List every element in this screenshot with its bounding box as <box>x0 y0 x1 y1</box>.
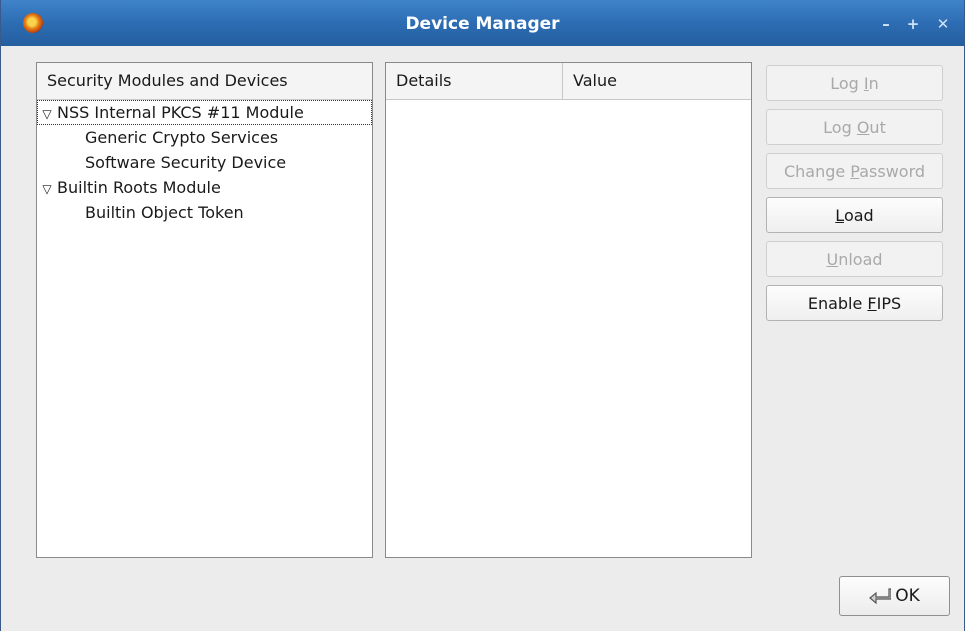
tree-item-software-security-device[interactable]: Software Security Device <box>37 150 372 175</box>
tree-item-label: Builtin Roots Module <box>57 178 221 197</box>
tree-column-header[interactable]: Security Modules and Devices <box>37 63 372 100</box>
tree-item-builtin-roots[interactable]: ▽ Builtin Roots Module <box>37 175 372 200</box>
column-header-details[interactable]: Details <box>386 63 563 99</box>
tree-item-label: NSS Internal PKCS #11 Module <box>57 103 304 122</box>
expand-triangle-icon[interactable]: ▽ <box>37 102 57 127</box>
ok-button[interactable]: OK <box>839 576 950 616</box>
device-manager-window: Device Manager – + ✕ Security Modules an… <box>0 0 965 631</box>
expand-triangle-icon[interactable]: ▽ <box>37 177 57 202</box>
tree-item-nss-internal[interactable]: ▽ NSS Internal PKCS #11 Module <box>37 100 372 125</box>
return-arrow-icon <box>869 588 892 605</box>
tree-item-label: Software Security Device <box>85 153 287 172</box>
ok-label: OK <box>895 586 920 606</box>
tree-item-label: Builtin Object Token <box>85 203 244 222</box>
details-header: Details Value <box>386 63 751 100</box>
close-icon[interactable]: ✕ <box>931 13 955 35</box>
load-button[interactable]: Load <box>766 197 943 233</box>
details-table[interactable]: Details Value <box>385 62 752 558</box>
minimize-icon[interactable]: – <box>874 13 898 35</box>
security-modules-tree[interactable]: Security Modules and Devices ▽ NSS Intern… <box>36 62 373 558</box>
window-title: Device Manager <box>405 14 560 34</box>
maximize-icon[interactable]: + <box>901 13 925 35</box>
title-bar[interactable]: Device Manager – + ✕ <box>1 0 964 46</box>
change-password-button[interactable]: Change Password <box>766 153 943 189</box>
log-out-button[interactable]: Log Out <box>766 109 943 145</box>
enable-fips-button[interactable]: Enable FIPS <box>766 285 943 321</box>
column-header-value[interactable]: Value <box>563 63 617 99</box>
unload-button[interactable]: Unload <box>766 241 943 277</box>
log-in-button[interactable]: Log In <box>766 65 943 101</box>
tree-item-label: Generic Crypto Services <box>85 128 279 147</box>
tree-item-builtin-object-token[interactable]: Builtin Object Token <box>37 200 372 225</box>
tree-item-generic-crypto[interactable]: Generic Crypto Services <box>37 125 372 150</box>
